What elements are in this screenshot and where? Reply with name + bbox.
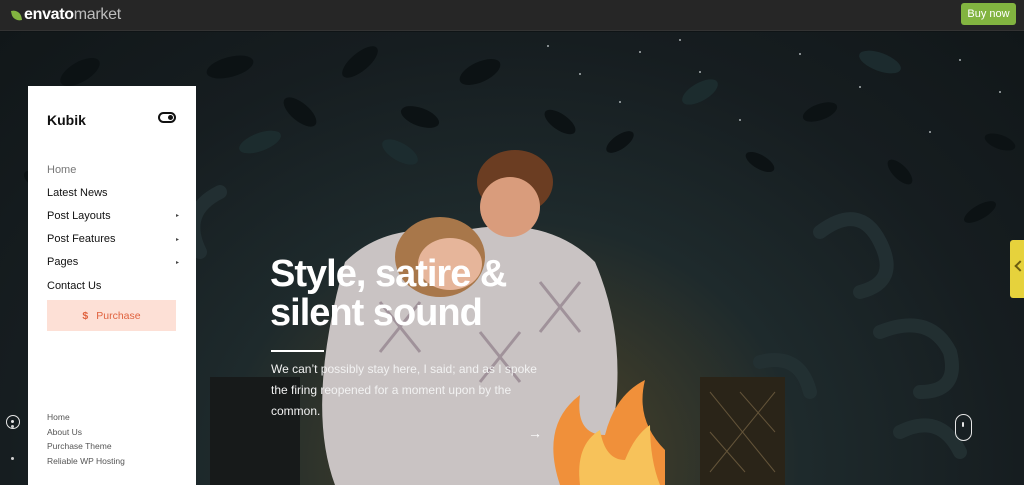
menu-item-post-layouts[interactable]: Post Layouts ▸ [47, 204, 179, 227]
arrow-right-icon[interactable]: → [528, 425, 542, 441]
menu-item-contact-us[interactable]: Contact Us [47, 274, 179, 297]
purchase-button[interactable]: $ Purchase [47, 300, 176, 331]
footer-link-wp-hosting[interactable]: Reliable WP Hosting [47, 456, 125, 471]
footer-links: Home About Us Purchase Theme Reliable WP… [47, 412, 125, 470]
scroll-down-indicator[interactable] [955, 414, 972, 441]
envato-market-logo[interactable]: envato market [10, 5, 121, 25]
menu-item-label: Home [47, 163, 77, 176]
logo-text-envato: envato [24, 6, 74, 23]
headline-divider [271, 350, 324, 352]
submenu-arrow-icon: ▸ [175, 259, 179, 266]
footer-link-about-us[interactable]: About Us [47, 427, 125, 442]
menu-item-label: Post Layouts [47, 209, 111, 222]
menu-item-post-features[interactable]: Post Features ▸ [47, 228, 179, 251]
footer-link-home[interactable]: Home [47, 412, 125, 427]
menu-item-label: Pages [47, 256, 79, 269]
footer-link-purchase-theme[interactable]: Purchase Theme [47, 441, 125, 456]
site-brand[interactable]: Kubik [47, 112, 86, 128]
dark-mode-toggle[interactable] [158, 112, 176, 123]
logo-text-market: market [73, 6, 121, 23]
submenu-arrow-icon: ▸ [175, 236, 179, 243]
submenu-arrow-icon: ▸ [175, 213, 179, 220]
sidebar-menu: Kubik Home Latest News Post Layouts ▸ Po… [28, 86, 196, 485]
menu-item-label: Latest News [47, 186, 108, 199]
hero-lead-text: We can’t possibly stay here, I said; and… [271, 362, 537, 418]
menu-item-pages[interactable]: Pages ▸ [47, 251, 179, 274]
menu-item-label: Post Features [47, 233, 116, 246]
side-tab-button[interactable] [1010, 240, 1024, 298]
hero-headline[interactable]: Style, satire & silent sound [270, 255, 570, 333]
menu-item-home[interactable]: Home [47, 158, 179, 181]
menu-item-label: Contact Us [47, 279, 102, 292]
toggle-knob-icon [168, 115, 173, 120]
rail-dot [11, 425, 14, 428]
main-menu: Home Latest News Post Layouts ▸ Post Fea… [47, 158, 179, 297]
purchase-label: Purchase [96, 309, 141, 322]
envato-leaf-icon [10, 8, 23, 22]
buy-now-button[interactable]: Buy now [961, 3, 1016, 25]
rail-dot [11, 457, 14, 460]
menu-item-latest-news[interactable]: Latest News [47, 181, 179, 204]
dollar-icon: $ [82, 309, 89, 322]
envato-top-bar: envato market Buy now [0, 0, 1024, 31]
